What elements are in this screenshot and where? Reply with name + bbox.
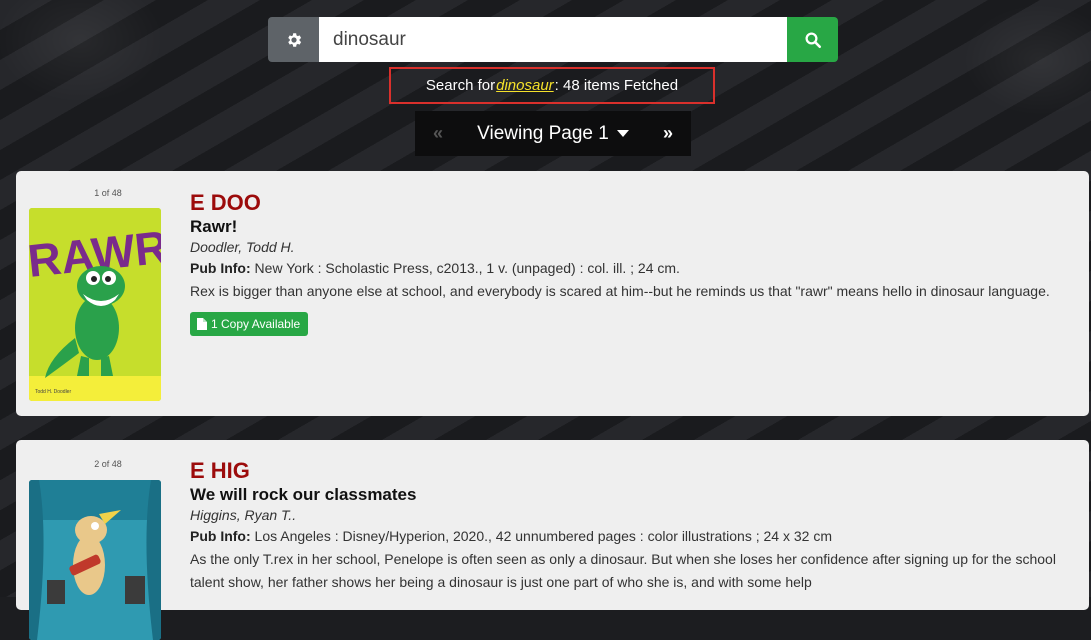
pub-info: Pub Info: Los Angeles : Disney/Hyperion,… [190,525,1069,547]
result-title[interactable]: Rawr! [190,216,1069,237]
search-icon [805,32,821,48]
settings-button[interactable] [268,17,319,62]
pub-info: Pub Info: New York : Scholastic Press, c… [190,257,1069,279]
book-cover[interactable] [29,480,161,640]
next-page-button[interactable]: » [645,123,691,144]
status-prefix: Search for [425,77,496,94]
cover-author: Todd H. Doodler [35,389,71,395]
pub-info-value: Los Angeles : Disney/Hyperion, 2020., 42… [254,528,832,544]
call-number: E DOO [190,190,261,215]
search-bar [268,17,838,62]
header: Search for dinosaur : 48 items Fetched «… [0,0,1091,160]
pagination: « Viewing Page 1 » [415,111,691,156]
caret-down-icon [616,129,629,137]
gear-icon [287,32,301,47]
book-cover-art: RAWR! Todd H. Doodler [29,208,161,401]
result-author: Higgins, Ryan T.. [190,507,297,523]
page-selector[interactable]: Viewing Page 1 [461,123,645,145]
book-cover[interactable]: RAWR! Todd H. Doodler [29,208,161,401]
prev-page-button[interactable]: « [415,123,461,144]
result-counter: 2 of 48 [94,459,122,469]
availability-label: 1 Copy Available [211,317,301,331]
search-button[interactable] [787,17,838,62]
status-term: dinosaur [496,77,554,94]
search-input[interactable] [319,17,787,62]
result-author: Doodler, Todd H. [190,239,295,255]
pub-info-value: New York : Scholastic Press, c2013., 1 v… [254,260,680,276]
book-cover-art [29,480,161,640]
pub-info-label: Pub Info: [190,528,251,544]
result-description: As the only T.rex in her school, Penelop… [190,551,1056,590]
pub-info-label: Pub Info: [190,260,251,276]
result-title[interactable]: We will rock our classmates [190,484,1069,505]
result-card[interactable]: 2 of 48 E HIG We will rock our classmate… [16,440,1089,640]
availability-button[interactable]: 1 Copy Available [190,312,309,336]
result-card[interactable]: 1 of 48 RAWR! Todd H. Doodler E DOO Rawr… [16,171,1089,416]
call-number: E HIG [190,458,250,483]
result-description: Rex is bigger than anyone else at school… [190,283,1050,299]
search-status: Search for dinosaur : 48 items Fetched [389,67,715,104]
status-suffix: : 48 items Fetched [554,77,679,94]
result-info: E HIG We will rock our classmates Higgin… [190,458,1069,594]
result-counter: 1 of 48 [94,188,122,198]
result-info: E DOO Rawr! Doodler, Todd H. Pub Info: N… [190,190,1069,336]
page-selector-label: Viewing Page 1 [477,122,609,144]
file-icon [197,318,207,330]
